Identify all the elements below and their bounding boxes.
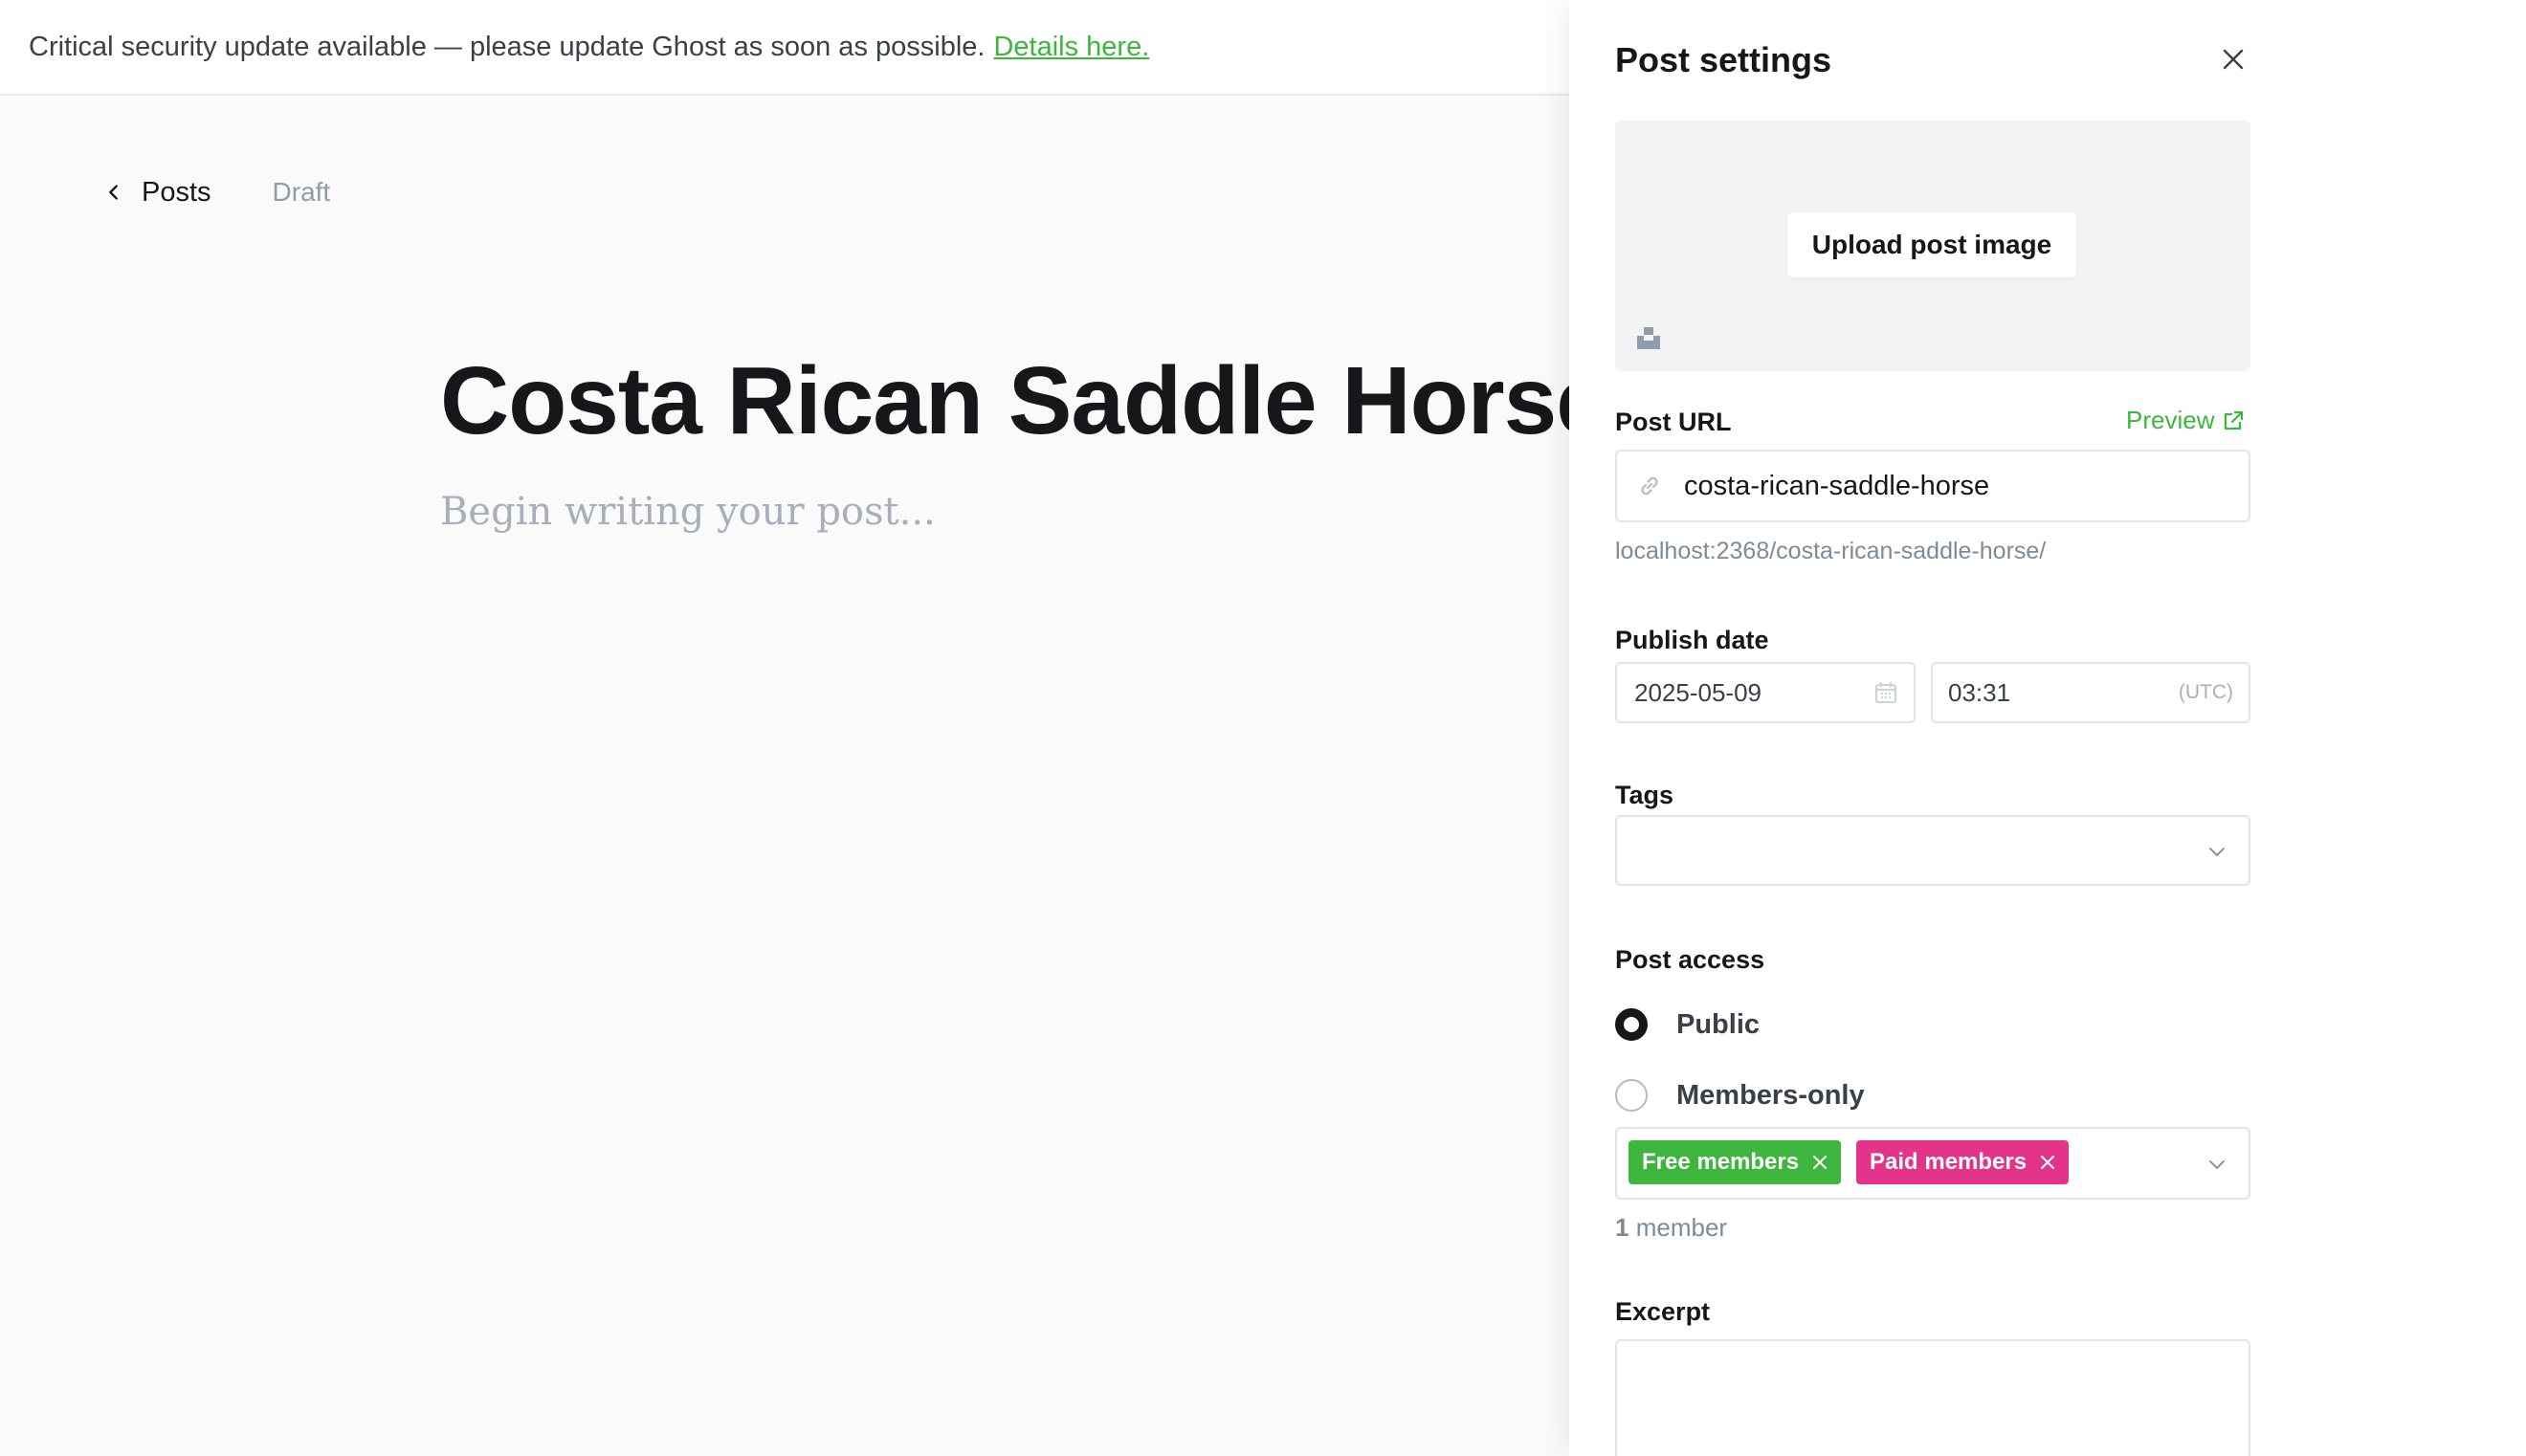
publish-time-input[interactable]: 03:31 (UTC) [1931, 662, 2250, 723]
radio-members-only[interactable] [1615, 1079, 1648, 1112]
post-status: Draft [272, 177, 331, 207]
alert-message: Critical security update available — ple… [29, 31, 986, 62]
editor-header: Posts Draft [103, 172, 330, 212]
member-count-suffix: member [1635, 1213, 1728, 1242]
post-title[interactable]: Costa Rican Saddle Horse [440, 346, 1609, 456]
feature-image-dropzone[interactable]: Upload post image [1615, 121, 2250, 371]
post-settings-panel: Post settings Upload post image Post URL… [1569, 0, 2526, 1456]
access-option-label: Public [1676, 1008, 1761, 1040]
back-to-posts-link[interactable]: Posts [103, 177, 211, 209]
member-segment-select[interactable]: Free members Paid members [1615, 1127, 2250, 1200]
access-option-members-only[interactable]: Members-only [1615, 1079, 1865, 1112]
segment-token-paid: Paid members [1856, 1140, 2070, 1184]
member-count: 1 member [1615, 1213, 1727, 1243]
remove-token-icon[interactable] [1810, 1153, 1829, 1172]
post-body-editor[interactable]: Begin writing your post... [440, 490, 936, 534]
post-url-label: Post URL [1615, 408, 1732, 436]
publish-date-input[interactable]: 2025-05-09 [1615, 662, 1916, 723]
unsplash-icon[interactable] [1634, 323, 1663, 352]
back-link-label: Posts [142, 176, 211, 208]
publish-time-value: 03:31 [1948, 677, 2011, 707]
close-icon [2223, 49, 2244, 70]
full-url-hint: localhost:2368/costa-rican-saddle-horse/ [1615, 538, 2047, 564]
remove-token-icon[interactable] [2038, 1153, 2057, 1172]
access-option-label: Members-only [1676, 1079, 1865, 1111]
segment-token-label: Paid members [1870, 1149, 2027, 1175]
tags-select[interactable] [1615, 815, 2250, 886]
alert-details-link[interactable]: Details here. [993, 32, 1149, 63]
segment-token-label: Free members [1642, 1149, 1800, 1175]
chevron-down-icon [2209, 1160, 2225, 1169]
link-icon [1641, 476, 1658, 496]
excerpt-textarea[interactable] [1615, 1339, 2250, 1456]
post-access-label: Post access [1615, 945, 1765, 974]
tags-label: Tags [1615, 781, 1674, 809]
chevron-left-icon [109, 185, 118, 200]
upload-post-image-button[interactable]: Upload post image [1787, 212, 2076, 277]
excerpt-label: Excerpt [1615, 1297, 1711, 1326]
member-count-number: 1 [1615, 1213, 1629, 1242]
security-alert-bar: Critical security update available — ple… [0, 0, 1569, 96]
preview-link[interactable]: Preview [2126, 406, 2245, 435]
preview-label: Preview [2126, 406, 2215, 434]
calendar-icon[interactable] [1873, 680, 1898, 705]
radio-public[interactable] [1615, 1008, 1648, 1041]
panel-title: Post settings [1615, 40, 1832, 79]
post-url-input[interactable]: costa-rican-saddle-horse [1615, 450, 2250, 522]
publish-date-value: 2025-05-09 [1634, 677, 1762, 707]
chevron-down-icon [2209, 848, 2225, 856]
external-link-icon [2225, 410, 2244, 430]
publish-date-label: Publish date [1615, 626, 1769, 654]
timezone-label: (UTC) [2178, 681, 2233, 703]
access-option-public[interactable]: Public [1615, 1008, 1760, 1041]
post-url-value: costa-rican-saddle-horse [1684, 470, 1990, 501]
editor-area: Critical security update available — ple… [0, 0, 1609, 1456]
segment-token-free: Free members [1629, 1140, 1842, 1184]
close-settings-button[interactable] [2216, 42, 2250, 77]
